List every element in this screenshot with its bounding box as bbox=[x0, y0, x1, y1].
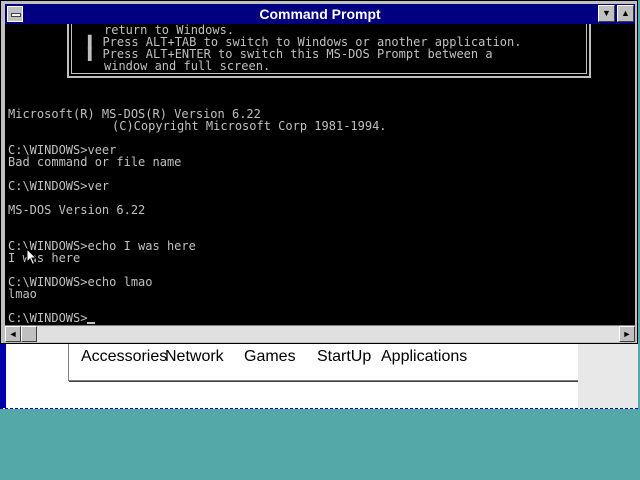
console-line: I was here bbox=[8, 251, 81, 265]
text-cursor bbox=[87, 322, 96, 324]
maximize-button[interactable]: ▲ bbox=[617, 5, 634, 22]
console-output[interactable]: return to Windows. ▌ Press ALT+TAB to sw… bbox=[5, 24, 635, 325]
program-manager-window: Accessories Network Games StartUp Applic… bbox=[0, 336, 638, 409]
group-accessories[interactable]: Accessories bbox=[81, 348, 167, 366]
group-startup[interactable]: StartUp bbox=[317, 348, 371, 366]
console-line: C:\WINDOWS>ver bbox=[8, 179, 110, 193]
console-line: Bad command or file name bbox=[8, 155, 182, 169]
minimize-button[interactable]: ▼ bbox=[598, 5, 615, 22]
command-prompt-window: Command Prompt ▼ ▲ return to Windows. ▌ … bbox=[0, 0, 638, 344]
horizontal-scrollbar[interactable]: ◄ ► bbox=[5, 325, 635, 342]
scroll-left-button[interactable]: ◄ bbox=[5, 326, 21, 342]
group-network[interactable]: Network bbox=[165, 348, 224, 366]
scroll-thumb[interactable] bbox=[21, 326, 37, 342]
prompt-text: C:\WINDOWS> bbox=[8, 311, 88, 325]
console-line: (C)Copyright Microsoft Corp 1981-1994. bbox=[112, 119, 387, 133]
group-applications[interactable]: Applications bbox=[381, 348, 467, 366]
window-border bbox=[0, 336, 6, 408]
title-bar[interactable]: Command Prompt ▼ ▲ bbox=[5, 4, 635, 24]
console-line: window and full screen. bbox=[104, 59, 271, 73]
command-prompt-line[interactable]: C:\WINDOWS> bbox=[8, 311, 96, 325]
mouse-pointer-icon bbox=[26, 248, 38, 266]
window-title: Command Prompt bbox=[259, 6, 381, 22]
group-games[interactable]: Games bbox=[244, 348, 296, 366]
console-line: MS-DOS Version 6.22 bbox=[8, 203, 146, 217]
group-window: Accessories Network Games StartUp Applic… bbox=[68, 340, 580, 381]
console-line: lmao bbox=[8, 287, 37, 301]
window-background bbox=[578, 336, 638, 408]
scroll-right-button[interactable]: ► bbox=[619, 326, 635, 342]
